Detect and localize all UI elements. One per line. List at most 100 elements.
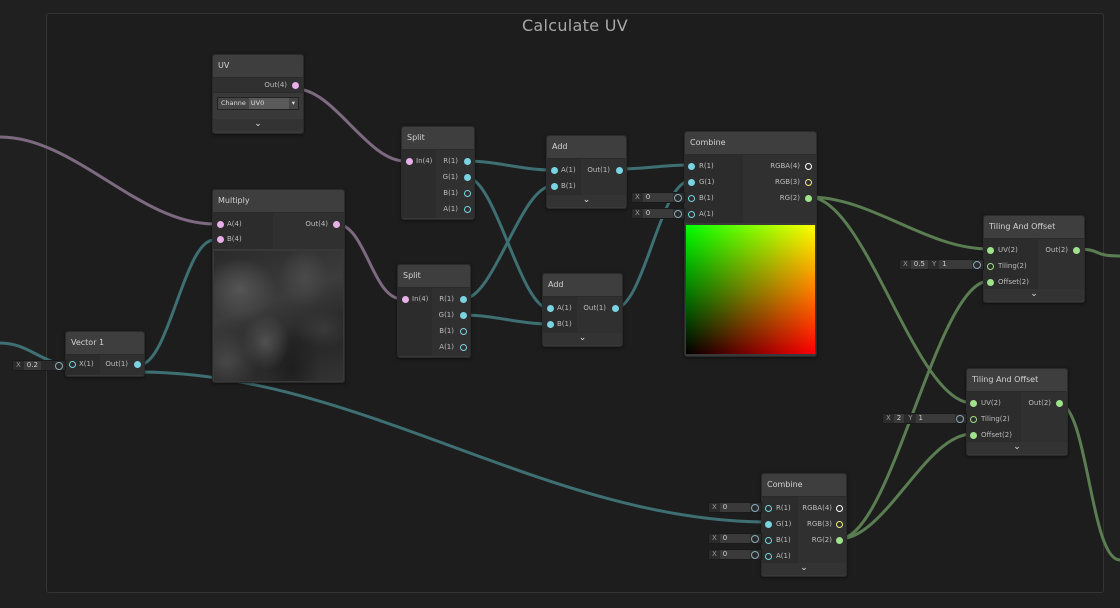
input-port-icon[interactable] — [402, 296, 409, 303]
output-port-icon[interactable] — [836, 505, 843, 512]
input-port-icon[interactable] — [970, 400, 977, 407]
collapse-chevron-icon[interactable]: ⌄ — [984, 289, 1084, 301]
tiling2-tiling-field[interactable]: X 2 Y 1 — [882, 413, 967, 424]
node-combine-2[interactable]: Combine R(1) G(1) B(1) A(1) RGBA(4) RGB(… — [761, 473, 847, 577]
node-title: Add — [547, 136, 626, 159]
wire-uv-to-split1[interactable] — [295, 87, 406, 163]
output-port-icon[interactable] — [460, 328, 467, 335]
output-port-icon[interactable] — [616, 167, 623, 174]
wire-split1-r-to-add1-a[interactable] — [465, 159, 553, 172]
output-port-icon[interactable] — [805, 179, 812, 186]
wire-add1-to-combine1-r[interactable] — [617, 163, 691, 171]
input-port-icon[interactable] — [970, 432, 977, 439]
channel-dropdown[interactable]: Channe UV0 ▾ — [217, 97, 299, 110]
field-value[interactable]: 0.2 — [23, 361, 41, 370]
input-port-icon[interactable] — [688, 195, 695, 202]
input-port-icon[interactable] — [688, 163, 695, 170]
field-value[interactable]: 1 — [939, 260, 972, 269]
output-port-icon[interactable] — [464, 158, 471, 165]
input-port-icon[interactable] — [217, 236, 224, 243]
node-uv[interactable]: UV Out(4) Channe UV0 ▾ ⌄ — [212, 54, 304, 134]
node-title: Tiling And Offset — [984, 216, 1084, 239]
combine1-b-field[interactable]: X 0 — [631, 192, 685, 203]
wire-split2-g-to-add2-b[interactable] — [462, 313, 551, 326]
input-port-icon[interactable] — [970, 416, 977, 423]
combine2-b-field[interactable]: X 0 — [708, 533, 762, 544]
output-port-icon[interactable] — [805, 163, 812, 170]
wire-split2-r-to-add1-b[interactable] — [462, 184, 553, 301]
field-label: X — [16, 361, 21, 369]
wire-vector1-to-multiply-b[interactable] — [138, 238, 215, 367]
node-vector1[interactable]: Vector 1 X(1) Out(1) — [65, 331, 145, 377]
collapse-chevron-icon[interactable]: ⌄ — [543, 333, 622, 345]
input-port-icon[interactable] — [551, 183, 558, 190]
field-value[interactable]: 2 — [893, 414, 905, 423]
combine2-a-field[interactable]: X 0 — [708, 549, 762, 560]
output-port-icon[interactable] — [460, 312, 467, 319]
field-value[interactable]: 0 — [719, 503, 750, 512]
output-port-icon[interactable] — [1073, 247, 1080, 254]
output-port-icon[interactable] — [836, 521, 843, 528]
collapse-chevron-icon[interactable]: ⌄ — [213, 119, 303, 131]
combine1-a-field[interactable]: X 0 — [631, 208, 685, 219]
wire-combine2-to-tiling2-offset[interactable] — [838, 432, 973, 541]
input-port-icon[interactable] — [69, 361, 76, 368]
input-port-icon[interactable] — [765, 553, 772, 560]
field-connector-icon — [956, 414, 964, 423]
port-label: Offset(2) — [998, 278, 1029, 286]
port-label: RGB(3) — [806, 520, 832, 528]
node-multiply[interactable]: Multiply A(4) B(4) Out(4) — [212, 189, 345, 383]
input-port-icon[interactable] — [987, 279, 994, 286]
input-port-icon[interactable] — [406, 158, 413, 165]
input-port-icon[interactable] — [217, 221, 224, 228]
output-port-icon[interactable] — [464, 206, 471, 213]
wire-combine1-to-tiling2-uv[interactable] — [808, 195, 973, 405]
input-port-icon[interactable] — [688, 211, 695, 218]
input-port-icon[interactable] — [765, 505, 772, 512]
output-port-icon[interactable] — [464, 190, 471, 197]
output-port-icon[interactable] — [612, 305, 619, 312]
node-split-2[interactable]: Split In(4) R(1) G(1) B(1) A(1) — [397, 264, 471, 358]
combine2-r-field[interactable]: X 0 — [708, 502, 762, 513]
input-port-icon[interactable] — [765, 521, 772, 528]
node-tiling-offset-1[interactable]: Tiling And Offset UV(2) Tiling(2) Offset… — [983, 215, 1085, 303]
collapse-chevron-icon[interactable]: ⌄ — [547, 195, 626, 207]
input-port-icon[interactable] — [987, 263, 994, 270]
input-port-icon[interactable] — [987, 247, 994, 254]
input-port-icon[interactable] — [547, 305, 554, 312]
wire-multiply-to-split2[interactable] — [335, 222, 403, 301]
output-port-icon[interactable] — [464, 174, 471, 181]
output-port-icon[interactable] — [292, 82, 299, 89]
node-split-1[interactable]: Split In(4) R(1) G(1) B(1) A(1) — [401, 126, 475, 220]
output-port-icon[interactable] — [460, 344, 467, 351]
node-add-2[interactable]: Add A(1) B(1) Out(1) ⌄ — [542, 273, 623, 347]
wire-external-to-multiply-a[interactable] — [0, 135, 215, 226]
collapse-chevron-icon[interactable]: ⌄ — [762, 563, 846, 575]
port-label: Out(1) — [587, 166, 610, 174]
input-port-icon[interactable] — [765, 537, 772, 544]
output-port-icon[interactable] — [134, 361, 141, 368]
field-value[interactable]: 0 — [719, 550, 750, 559]
field-value[interactable]: 1 — [915, 414, 955, 423]
wire-vector1-to-combine2-g[interactable] — [138, 370, 769, 524]
output-port-icon[interactable] — [1056, 400, 1063, 407]
node-combine-1[interactable]: Combine R(1) G(1) B(1) A(1) RGBA(4) RGB(… — [684, 131, 817, 357]
output-port-icon[interactable] — [460, 296, 467, 303]
output-port-icon[interactable] — [333, 221, 340, 228]
field-value[interactable]: 0 — [719, 534, 750, 543]
field-label: X — [635, 209, 640, 217]
input-port-icon[interactable] — [688, 179, 695, 186]
node-add-1[interactable]: Add A(1) B(1) Out(1) ⌄ — [546, 135, 627, 209]
tiling1-tiling-field[interactable]: X 0.5 Y 1 — [899, 259, 984, 270]
wire-combine1-to-tiling1-uv[interactable] — [808, 195, 990, 251]
field-value[interactable]: 0.5 — [910, 260, 928, 269]
input-port-icon[interactable] — [547, 321, 554, 328]
field-value[interactable]: 0 — [642, 193, 673, 202]
output-port-icon[interactable] — [836, 537, 843, 544]
node-tiling-offset-2[interactable]: Tiling And Offset UV(2) Tiling(2) Offset… — [966, 368, 1068, 456]
vector1-x-field[interactable]: X 0.2 — [12, 360, 66, 371]
input-port-icon[interactable] — [551, 167, 558, 174]
field-value[interactable]: 0 — [642, 209, 673, 218]
output-port-icon[interactable] — [805, 195, 812, 202]
collapse-chevron-icon[interactable]: ⌄ — [967, 442, 1067, 454]
